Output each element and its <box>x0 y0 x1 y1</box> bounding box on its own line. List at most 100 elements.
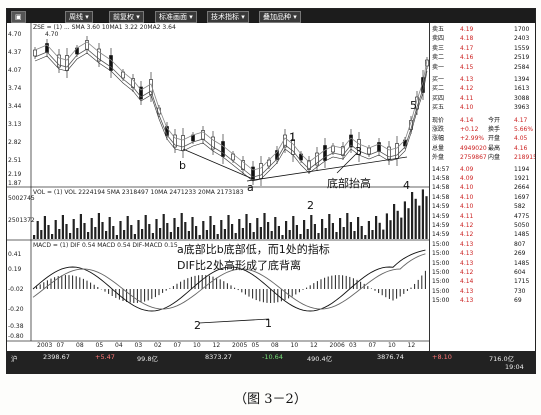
tick-row-cell: 14:57 <box>432 165 450 173</box>
volume-bar <box>177 227 180 239</box>
label-3: 3 <box>355 145 362 158</box>
tick-row: 14:57 4.09 1194 <box>430 165 535 174</box>
bid-row-cell: 4.10 <box>460 104 474 112</box>
tick-row-cell: 807 <box>514 240 526 248</box>
date-tick: 2006 <box>329 342 345 349</box>
bid-row-cell: 买五 <box>432 104 445 112</box>
volume-bar <box>76 228 79 239</box>
menu-adjust[interactable]: 前复权 ▾ <box>109 11 144 23</box>
menu-period[interactable]: 周线 ▾ <box>65 11 93 23</box>
tick-row-cell: 1921 <box>514 175 530 182</box>
label-1: 1 <box>289 131 296 144</box>
volume-bar <box>79 214 82 239</box>
tick-row-cell: 14:59 <box>432 231 450 239</box>
tick-row: 15:00 4.13 1485 <box>430 259 535 268</box>
ma-line <box>34 52 428 182</box>
tick-row-cell: 15:00 <box>432 278 450 286</box>
volume-bar <box>69 233 72 239</box>
volume-bar <box>72 219 75 239</box>
macd-tick: 0.19 <box>8 266 22 273</box>
stat-row: 现价 4.14 今开 4.17 <box>430 116 535 125</box>
volume-bar <box>155 219 158 239</box>
tick-row-cell: 4.13 <box>460 297 474 305</box>
macd-tick: -0.38 <box>8 323 24 330</box>
window-icon[interactable]: ▣ <box>11 11 26 23</box>
tick-row-cell: 1194 <box>514 165 530 173</box>
macd-legend: MACD = (1) DIF 0.54 MACD 0.54 DIF-MACD 0… <box>33 242 178 249</box>
volume-bar <box>252 232 255 239</box>
volume-bar <box>137 220 140 239</box>
volume-bar <box>65 224 68 239</box>
macd-note-line1: a底部比b底部低，而1处的指标 <box>177 243 330 256</box>
price-tick: 3.74 <box>8 85 22 92</box>
volume-bar <box>299 234 302 239</box>
volume-bar <box>51 234 54 239</box>
tick-row-cell: 582 <box>514 203 526 211</box>
tick-row-cell: 4.09 <box>460 175 474 182</box>
ask-row: 卖五 4.19 1700 <box>430 25 535 34</box>
stat-row-cell: 4949020 <box>460 144 487 152</box>
status-bar: 沪 2398.67 +5.47 99.8亿 8373.27 -10.64 490… <box>7 351 535 373</box>
volume-bar <box>223 229 226 239</box>
quote-panel: 卖五 4.19 1700 卖四 4.18 2403 卖三 4.17 1559 卖二 4.16 2519… <box>429 23 535 351</box>
volume-bar <box>303 220 306 239</box>
price-tick: 2.19 <box>8 171 22 178</box>
volume-bar <box>407 208 410 239</box>
ask-row-cell: 4.15 <box>460 63 474 71</box>
volume-bar <box>159 228 162 239</box>
volume-bar <box>349 222 352 239</box>
tick-row: 14:58 4.09 1921 <box>430 174 535 183</box>
menu-indicator[interactable]: 技术指标 ▾ <box>207 11 249 23</box>
tick-row-cell: 4.13 <box>460 250 474 258</box>
volume-bar <box>166 223 169 239</box>
volume-bar <box>241 228 244 239</box>
date-tick: 03 <box>134 342 143 349</box>
date-tick: 08 <box>271 342 279 349</box>
volume-bar <box>403 201 406 239</box>
volume-bar <box>295 225 298 239</box>
menu-layout[interactable]: 标准画面 ▾ <box>155 11 197 23</box>
price-legend: ZSE = (1) ... SMA 3.60 10MA1 3.22 20MA2 … <box>33 24 176 31</box>
volume-bar <box>33 235 36 239</box>
volume-bar <box>339 218 342 239</box>
volume-bar <box>371 230 374 239</box>
tick-row-cell: 4775 <box>514 212 530 220</box>
volume-bar <box>151 233 154 239</box>
volume-bar <box>393 204 396 239</box>
volume-bar <box>360 226 363 239</box>
stat-row-cell: 4.16 <box>514 144 528 152</box>
sh-change: +5.47 <box>95 353 115 361</box>
ask-row-cell: 卖五 <box>432 26 445 33</box>
bid-row: 买一 4.13 1394 <box>430 75 535 84</box>
price-tick: 3.44 <box>8 103 22 110</box>
tick-row-cell: 604 <box>514 269 526 276</box>
tick-row: 15:00 4.13 69 <box>430 296 535 305</box>
volume-bar <box>198 235 201 239</box>
tick-row: 15:00 4.12 604 <box>430 268 535 277</box>
sz-change: -10.64 <box>262 353 283 361</box>
date-tick: 03 <box>349 342 357 349</box>
volume-bar <box>256 218 259 239</box>
high-price-label: 4.70 <box>45 31 59 38</box>
candle-body <box>367 147 371 155</box>
volume-bar <box>267 222 270 239</box>
volume-bar <box>382 229 385 239</box>
label-4: 4 <box>403 179 410 192</box>
other-amount: 716.0亿 <box>489 355 515 363</box>
price-tick: 1.87 <box>8 180 22 187</box>
volume-bar <box>411 192 414 239</box>
ask-row-cell: 卖三 <box>432 44 445 52</box>
ask-row: 卖四 4.18 2403 <box>430 34 535 43</box>
stat-row-cell: 2759867 <box>460 154 487 162</box>
bid-row-cell: 1613 <box>514 85 530 93</box>
divergence-line <box>198 318 270 324</box>
menu-overlay[interactable]: 叠加品种 ▾ <box>259 11 301 23</box>
tick-row-cell: 4.12 <box>460 269 474 276</box>
date-tick: 10 <box>290 342 299 349</box>
volume-bar <box>331 223 334 239</box>
macd-point-1: 1 <box>265 317 272 330</box>
tick-row-cell: 269 <box>514 250 526 258</box>
other-change: +8.10 <box>432 353 452 361</box>
tick-row-cell: 14:58 <box>432 193 450 201</box>
chart-area[interactable]: ZSE = (1) ... SMA 3.60 10MA1 3.22 20MA2 … <box>7 23 429 351</box>
